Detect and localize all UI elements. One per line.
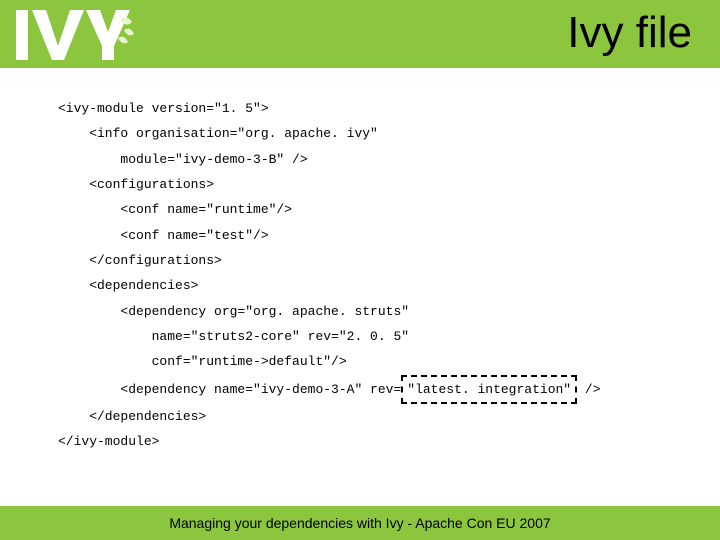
slide-header: Ivy file (0, 0, 720, 68)
code-line: <conf name="test"/> (58, 223, 720, 248)
slide-footer: Managing your dependencies with Ivy - Ap… (0, 506, 720, 540)
code-line: conf="runtime->default"/> (58, 349, 720, 374)
code-line: <conf name="runtime"/> (58, 197, 720, 222)
code-line: </configurations> (58, 248, 720, 273)
code-text: /> (577, 382, 600, 397)
highlight-box: "latest. integration" (401, 375, 577, 404)
code-block: <ivy-module version="1. 5"> <info organi… (0, 68, 720, 455)
slide-title: Ivy file (567, 8, 692, 58)
code-line: </ivy-module> (58, 429, 720, 454)
code-line: <ivy-module version="1. 5"> (58, 96, 720, 121)
ivy-logo (8, 2, 138, 66)
code-text: <dependency name="ivy-demo-3-A" rev= (58, 382, 401, 397)
code-line: name="struts2-core" rev="2. 0. 5" (58, 324, 720, 349)
code-line: <info organisation="org. apache. ivy" (58, 121, 720, 146)
code-line: </dependencies> (58, 404, 720, 429)
code-line: module="ivy-demo-3-B" /> (58, 147, 720, 172)
code-line: <dependencies> (58, 273, 720, 298)
code-line: <dependency org="org. apache. struts" (58, 299, 720, 324)
footer-text: Managing your dependencies with Ivy - Ap… (169, 515, 550, 531)
code-line: <configurations> (58, 172, 720, 197)
code-line: <dependency name="ivy-demo-3-A" rev="lat… (58, 375, 720, 404)
